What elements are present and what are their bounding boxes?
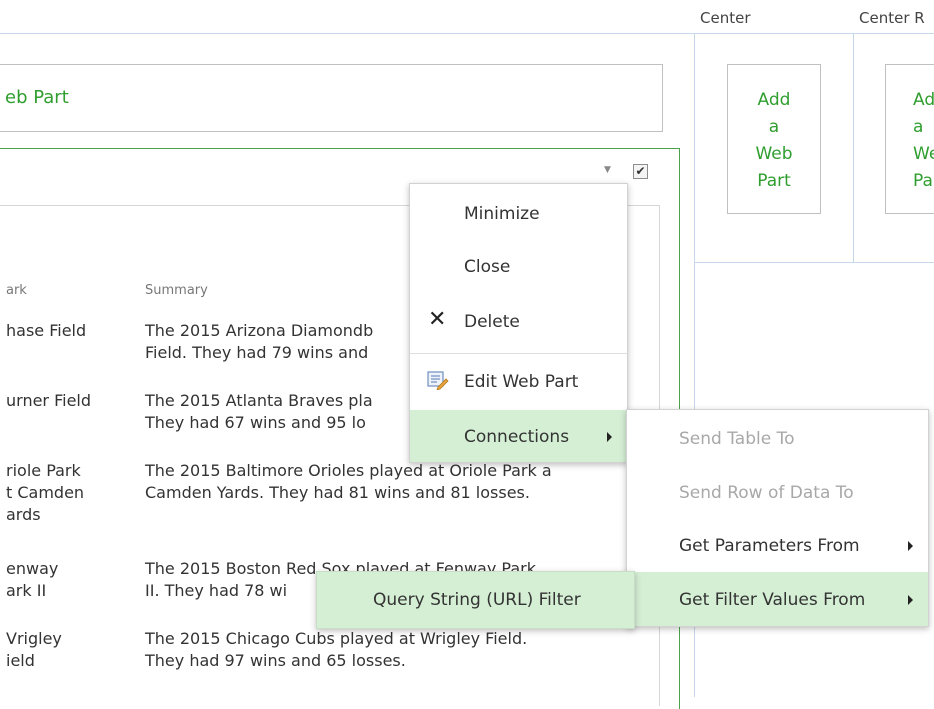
table-row-summary: The 2015 Baltimore Orioles played at Ori… [145, 461, 552, 502]
add-web-part-link[interactable]: eb Part [5, 87, 69, 108]
web-part-menu-dropdown-icon[interactable]: ▼ [604, 165, 611, 175]
table-row-summary: The 2015 Chicago Cubs played at Wrigley … [145, 629, 528, 670]
menu-item-query-string-filter[interactable]: Query String (URL) Filter [373, 590, 581, 610]
submenu-arrow-icon [908, 541, 913, 551]
menu-item-connections[interactable]: Connections [464, 427, 569, 447]
delete-x-icon: ✕ [428, 307, 447, 332]
web-part-menu: Minimize Close ✕ Delete Edit Web Part Co… [409, 183, 628, 463]
zone-label-center-right: Center R [859, 9, 925, 27]
table-row-summary: The 2015 Arizona Diamondb Field. They had… [145, 321, 374, 362]
connections-submenu: Send Table To Send Row of Data To Get Pa… [626, 409, 929, 627]
menu-item-get-parameters-from[interactable]: Get Parameters From [679, 536, 860, 556]
submenu-arrow-icon [607, 432, 612, 442]
menu-item-delete[interactable]: Delete [464, 312, 520, 332]
column-header-summary[interactable]: Summary [145, 283, 208, 298]
submenu-arrow-icon [908, 595, 913, 605]
center-add-web-part-box[interactable]: Add a Web Part [727, 64, 821, 214]
table-row-summary: The 2015 Atlanta Braves pla They had 67 w… [145, 391, 373, 432]
web-part-select-checkbox[interactable]: ✔ [633, 164, 648, 179]
table-row-park: hase Field [6, 321, 87, 340]
menu-item-send-table-to: Send Table To [679, 429, 795, 449]
table-row-park: riole Park t Camden ards [6, 461, 85, 524]
menu-item-edit-web-part[interactable]: Edit Web Part [464, 372, 578, 392]
table-row-park: Vrigley ield [6, 629, 62, 670]
zone-divider-center [853, 33, 854, 263]
edit-web-part-icon [427, 370, 449, 394]
menu-separator [410, 353, 627, 354]
menu-item-send-row-of-data-to: Send Row of Data To [679, 483, 854, 503]
menu-item-close[interactable]: Close [464, 257, 510, 277]
filter-values-submenu: Query String (URL) Filter [316, 571, 635, 629]
zone-top-border [0, 33, 934, 34]
zone-label-center: Center [700, 9, 751, 27]
table-row-park: enway ark II [6, 559, 59, 600]
menu-item-minimize[interactable]: Minimize [464, 204, 540, 224]
column-header-park[interactable]: ark [6, 283, 27, 298]
add-web-part-bar[interactable]: eb Part [0, 64, 663, 132]
center-zone-bottom-border [694, 262, 934, 263]
center-right-add-web-part-box[interactable]: AdaWePa [885, 64, 934, 214]
menu-item-get-filter-values-from[interactable]: Get Filter Values From [679, 590, 865, 610]
table-row-park: urner Field [6, 391, 92, 410]
